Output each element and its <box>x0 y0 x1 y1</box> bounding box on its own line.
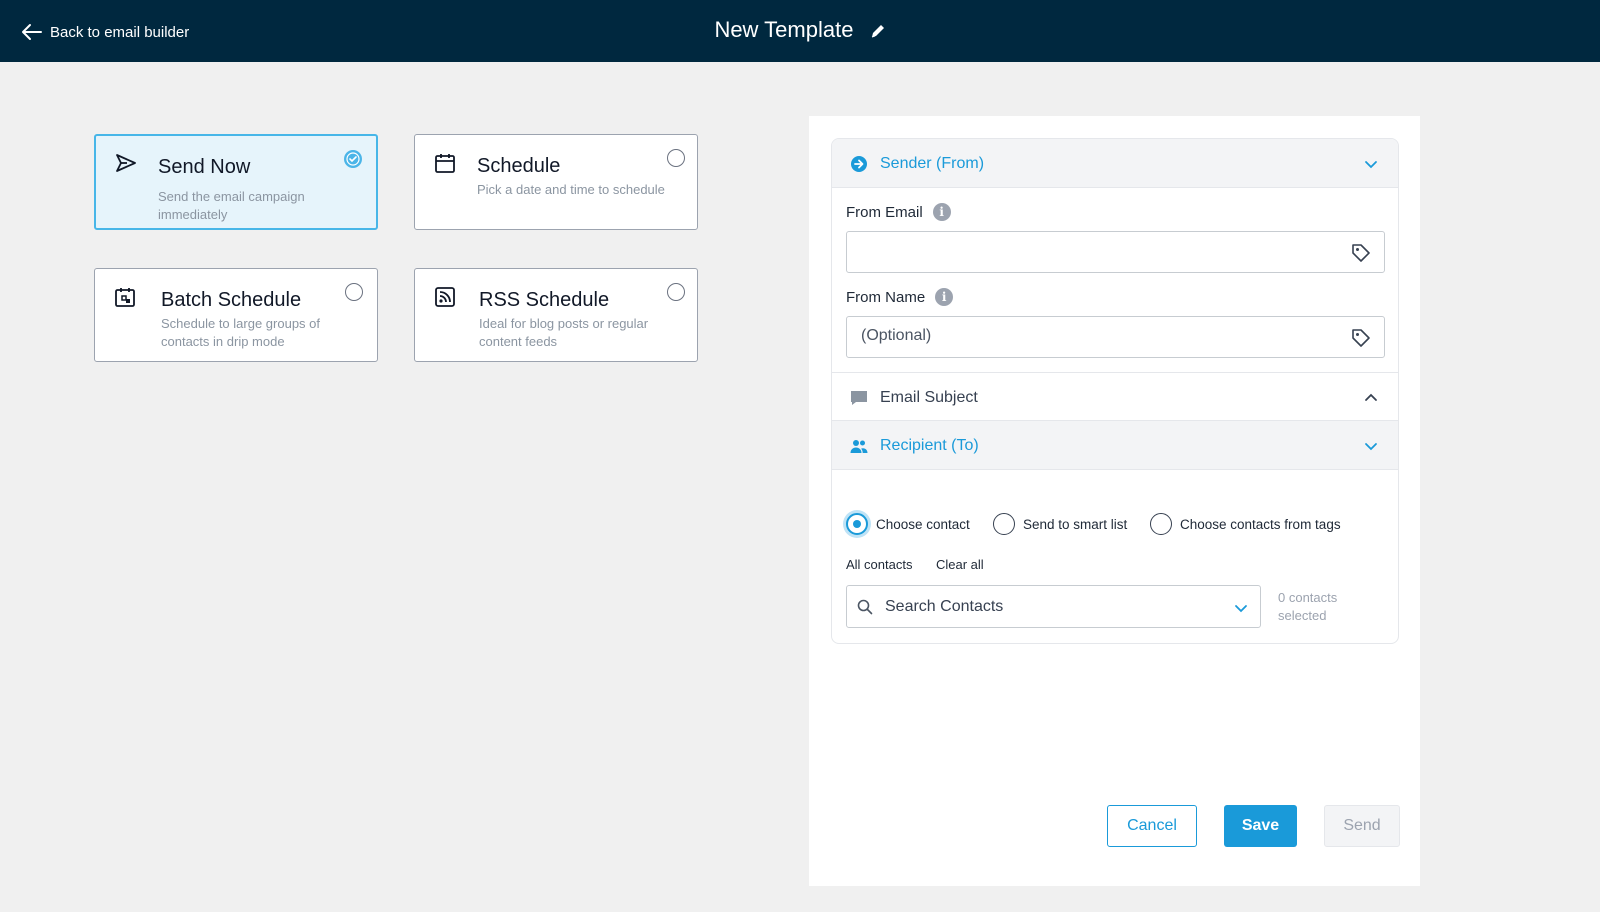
option-card-batch-schedule[interactable]: Batch Schedule Schedule to large groups … <box>94 268 378 362</box>
option-description: Schedule to large groups of contacts in … <box>161 316 320 349</box>
from-name-input[interactable] <box>861 327 1331 345</box>
chevron-down-icon <box>1235 605 1247 613</box>
info-icon[interactable]: i <box>932 203 951 221</box>
option-radio[interactable] <box>345 283 363 301</box>
arrow-circle-right-icon <box>851 156 867 172</box>
settings-accordion: Sender (From) From Email i From Name i E… <box>831 138 1399 644</box>
radio-choose-contacts-from-tags[interactable]: Choose contacts from tags <box>1150 513 1341 535</box>
option-title: Batch Schedule <box>161 289 302 311</box>
users-icon <box>850 440 868 453</box>
calendar-icon <box>435 154 455 173</box>
option-description: Ideal for blog posts or regular content … <box>479 316 649 349</box>
radio-button[interactable] <box>1150 513 1172 535</box>
radio-choose-contact[interactable]: Choose contact <box>846 513 970 535</box>
page-title-area: New Template <box>0 17 1600 43</box>
sender-section-header[interactable]: Sender (From) <box>832 139 1398 188</box>
chevron-up-icon <box>1365 393 1377 401</box>
radio-button-selected[interactable] <box>846 513 868 535</box>
page-title: New Template <box>714 17 854 42</box>
clear-all-link[interactable]: Clear all <box>936 557 984 572</box>
option-description: Send the email campaign immediately <box>158 189 305 222</box>
contacts-selected-count: 0 contacts selected <box>1278 590 1338 623</box>
recipient-section-header[interactable]: Recipient (To) <box>832 421 1398 470</box>
from-email-label: From Email i <box>846 203 951 221</box>
all-contacts-link[interactable]: All contacts <box>846 557 912 572</box>
email-subject-heading: Email Subject <box>880 389 978 406</box>
option-title: RSS Schedule <box>479 289 610 311</box>
option-radio[interactable] <box>667 149 685 167</box>
from-email-field[interactable] <box>846 231 1385 273</box>
option-radio-checked[interactable] <box>344 150 362 168</box>
email-subject-section-header[interactable]: Email Subject <box>832 372 1398 421</box>
option-card-rss-schedule[interactable]: RSS Schedule Ideal for blog posts or reg… <box>414 268 698 362</box>
option-title: Schedule <box>477 155 561 177</box>
option-card-send-now[interactable]: Send Now Send the email campaign immedia… <box>94 134 378 230</box>
recipient-heading: Recipient (To) <box>880 437 979 454</box>
check-icon <box>346 152 360 166</box>
radio-label: Choose contact <box>876 516 970 532</box>
search-placeholder: Search Contacts <box>885 598 1004 615</box>
tag-icon[interactable] <box>1350 327 1372 349</box>
tag-icon[interactable] <box>1350 242 1372 264</box>
sender-heading: Sender (From) <box>880 155 985 172</box>
from-name-field[interactable] <box>846 316 1385 358</box>
from-name-label-text: From Name <box>846 288 926 306</box>
pencil-icon[interactable] <box>870 23 886 39</box>
rss-icon <box>435 287 455 307</box>
chevron-down-icon <box>1365 161 1377 169</box>
top-bar: Back to email builder New Template <box>0 0 1600 62</box>
chevron-down-icon <box>1365 443 1377 451</box>
radio-label: Choose contacts from tags <box>1180 516 1341 532</box>
option-card-schedule[interactable]: Schedule Pick a date and time to schedul… <box>414 134 698 230</box>
option-description: Pick a date and time to schedule <box>477 182 665 197</box>
radio-label: Send to smart list <box>1023 516 1128 532</box>
option-radio[interactable] <box>667 283 685 301</box>
radio-button[interactable] <box>993 513 1015 535</box>
send-button[interactable]: Send <box>1324 805 1400 847</box>
search-icon <box>857 599 873 615</box>
batch-calendar-icon <box>115 288 135 307</box>
send-icon <box>116 154 136 172</box>
save-button[interactable]: Save <box>1224 805 1297 847</box>
comment-icon <box>851 391 867 405</box>
from-name-label: From Name i <box>846 288 954 306</box>
info-icon[interactable]: i <box>935 288 954 306</box>
search-contacts-dropdown[interactable]: Search Contacts <box>846 585 1261 628</box>
settings-panel: Sender (From) From Email i From Name i E… <box>809 116 1420 886</box>
cancel-button[interactable]: Cancel <box>1107 805 1197 847</box>
from-email-label-text: From Email <box>846 203 923 221</box>
radio-send-to-smart-list[interactable]: Send to smart list <box>993 513 1127 535</box>
option-title: Send Now <box>158 156 251 178</box>
from-email-input[interactable] <box>861 242 1331 260</box>
